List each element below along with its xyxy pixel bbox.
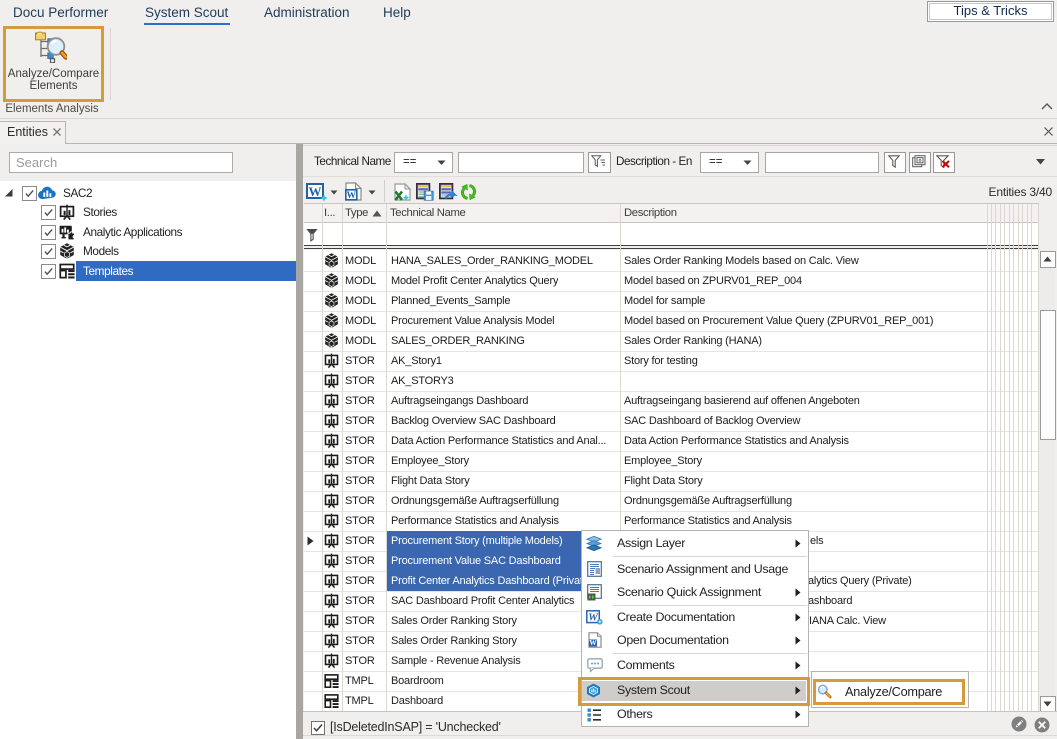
svg-text:W: W xyxy=(589,638,597,647)
svg-text:W: W xyxy=(347,191,357,201)
svg-text:W: W xyxy=(309,184,322,199)
